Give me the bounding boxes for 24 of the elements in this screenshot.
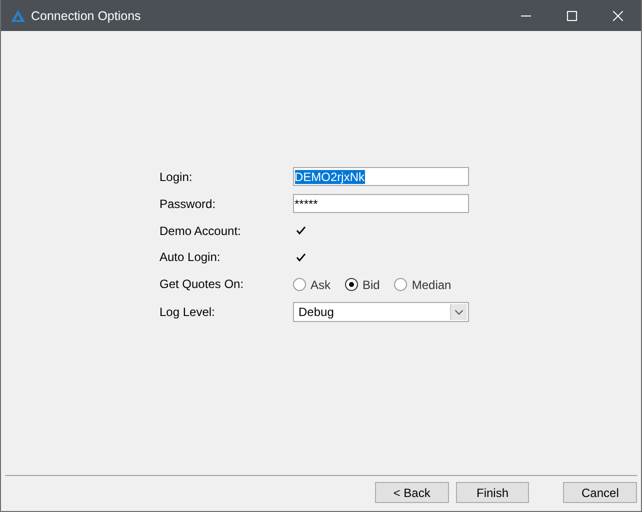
input-value: DEMO2rjxNk — [294, 170, 365, 184]
window-title: Connection Options — [31, 8, 141, 22]
input-value: ***** — [294, 196, 318, 210]
logo-icon — [11, 10, 25, 22]
dropdown[interactable]: Debug — [292, 302, 468, 322]
field-label: Get Quotes On: — [160, 276, 245, 292]
field-label: Auto Login: — [160, 248, 222, 266]
field-label: Demo Account: — [160, 222, 242, 240]
checkbox[interactable] — [294, 251, 308, 264]
dialog-button[interactable]: Finish — [456, 482, 530, 503]
close-icon[interactable] — [613, 10, 623, 20]
chevron-down-icon[interactable] — [450, 304, 466, 320]
radio-option[interactable]: Bid — [344, 278, 380, 292]
dialog-button[interactable]: < Back — [375, 482, 449, 503]
field-label: Password: — [160, 196, 217, 212]
dialog-button[interactable]: Cancel — [563, 482, 638, 503]
checkbox[interactable] — [294, 224, 308, 237]
input-field[interactable]: ***** — [292, 194, 468, 213]
maximize-icon[interactable] — [567, 10, 577, 20]
input-field[interactable]: DEMO2rjxNk — [292, 167, 468, 186]
radio-option[interactable]: Ask — [292, 278, 331, 292]
field-label: Log Level: — [160, 304, 216, 320]
radio-option[interactable]: Median — [394, 278, 452, 292]
field-label: Login: — [160, 168, 194, 186]
